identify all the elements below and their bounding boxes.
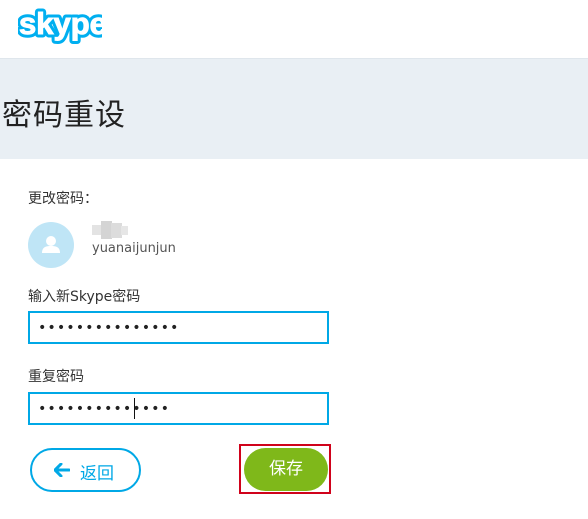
username: yuanaijunjun xyxy=(92,241,176,256)
svg-text:skype: skype xyxy=(19,6,102,41)
save-button[interactable]: 保存 xyxy=(244,448,328,491)
skype-logo[interactable]: skype skype xyxy=(18,4,102,44)
text-caret xyxy=(134,398,135,419)
user-avatar-icon xyxy=(42,236,60,253)
top-bar: skype skype xyxy=(0,0,588,58)
blurred-display-name xyxy=(92,221,128,239)
section-label: 更改密码： xyxy=(28,191,98,207)
new-password-field[interactable] xyxy=(28,311,329,344)
avatar xyxy=(28,222,74,268)
back-button[interactable]: 返回 xyxy=(30,448,141,492)
repeat-password-field[interactable] xyxy=(28,392,329,425)
new-password-label: 输入新Skype密码 xyxy=(28,289,141,305)
back-button-label: 返回 xyxy=(80,464,114,484)
title-band: 密码重设 xyxy=(0,58,588,159)
repeat-password-label: 重复密码 xyxy=(28,369,84,385)
page-title: 密码重设 xyxy=(2,98,126,133)
arrow-left-icon xyxy=(54,463,70,477)
